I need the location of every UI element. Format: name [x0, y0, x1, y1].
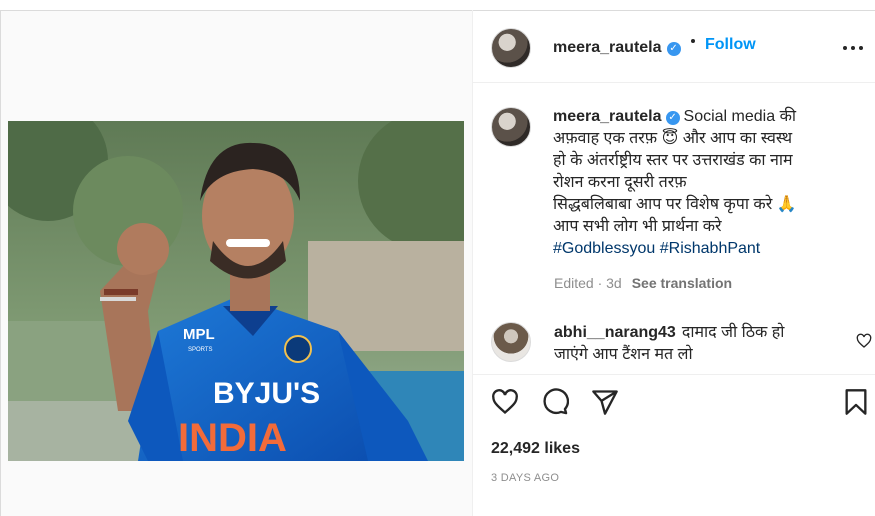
jersey-brand-text: MPL	[183, 326, 215, 343]
verified-badge-icon: ✓	[665, 111, 680, 125]
follow-button[interactable]: Follow	[705, 36, 756, 54]
see-translation-link[interactable]: See translation	[632, 275, 732, 291]
heart-icon[interactable]	[491, 388, 519, 416]
jersey-brand-subtext: SPORTS	[188, 347, 213, 353]
caption-avatar[interactable]	[491, 107, 531, 147]
post-timestamp[interactable]: 3 DAYS AGO	[491, 472, 559, 484]
caption-line: अफ़वाह एक तरफ़ 😇 और आप का स्वस्थ	[553, 130, 793, 147]
comment-line: जाएंगे आप टैंशन मत लो	[554, 346, 693, 363]
comment-text: abhi__narang43 दामाद जी ठिक हो जाएंगे आप …	[554, 322, 834, 366]
post-header: meera_rautela ✓	[473, 11, 875, 83]
post-photo-graphic: MPL SPORTS BYJU'S INDIA	[8, 121, 464, 461]
comment-line: दामाद जी ठिक हो	[681, 324, 785, 341]
comment-icon[interactable]	[541, 388, 569, 416]
post-photo[interactable]: MPL SPORTS BYJU'S INDIA	[8, 121, 464, 461]
jersey-country-text: INDIA	[178, 416, 287, 460]
author-avatar[interactable]	[491, 28, 531, 68]
commenter-username[interactable]: abhi__narang43	[554, 324, 676, 341]
caption-meta: Edited · 3d See translation	[554, 275, 732, 291]
author-username-text[interactable]: meera_rautela	[553, 39, 662, 56]
caption-line: Social media की	[683, 108, 796, 125]
verified-badge-icon: ✓	[666, 42, 681, 56]
caption-text: meera_rautela ✓ Social media की अफ़वाह एक …	[553, 106, 853, 260]
actions-divider	[473, 374, 875, 375]
bookmark-icon[interactable]	[842, 388, 870, 416]
caption-line: आप सभी लोग भी प्रार्थना करे	[553, 218, 722, 235]
separator-dot	[691, 39, 695, 43]
caption-line: रोशन करना दूसरी तरफ़	[553, 174, 687, 191]
caption-username[interactable]: meera_rautela	[553, 108, 662, 125]
share-icon[interactable]	[591, 388, 619, 416]
commenter-avatar[interactable]	[491, 322, 531, 362]
instagram-post-window: MPL SPORTS BYJU'S INDIA meera_rautela ✓ F…	[0, 0, 875, 516]
comment-like-heart-icon[interactable]	[856, 333, 872, 349]
author-username[interactable]: meera_rautela ✓	[553, 39, 681, 57]
caption-hashtags[interactable]: #Godblessyou #RishabhPant	[553, 238, 853, 260]
more-options-icon[interactable]	[843, 46, 865, 50]
caption-line: सिद्धबलिबाबा आप पर विशेष कृपा करे 🙏	[553, 196, 797, 213]
likes-count[interactable]: 22,492 likes	[491, 440, 580, 458]
caption-line: हो के अंतर्राष्ट्रीय स्तर पर उत्तराखंड क…	[553, 152, 793, 169]
jersey-sponsor-text: BYJU'S	[213, 377, 320, 410]
edited-label: Edited · 3d	[554, 275, 622, 291]
